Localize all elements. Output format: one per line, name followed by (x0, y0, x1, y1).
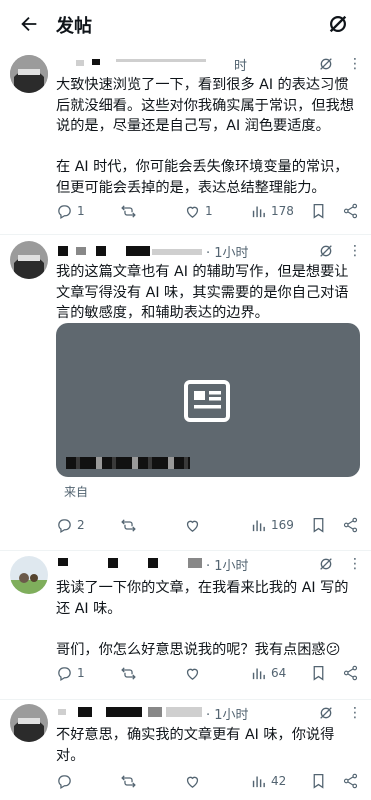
like-button[interactable]: 1 (184, 202, 213, 220)
post-time: · 1小时 (206, 246, 249, 261)
avatar[interactable] (10, 55, 48, 93)
reply-count: 1 (77, 204, 85, 218)
reply-button[interactable] (56, 772, 77, 790)
arrow-left-icon[interactable] (18, 13, 40, 35)
reply-icon (58, 666, 71, 681)
reply-button[interactable]: 2 (56, 516, 85, 534)
grok-icon[interactable] (318, 556, 334, 572)
grok-icon[interactable] (318, 243, 334, 259)
card-source: 来自 (64, 485, 89, 499)
grok-icon[interactable] (318, 705, 334, 721)
reply-count: 2 (77, 518, 85, 532)
retweet-button[interactable] (120, 516, 141, 534)
redacted-title (66, 457, 190, 469)
retweet-button[interactable] (120, 664, 141, 682)
post-time: · 1小时 (206, 559, 249, 574)
reply-count: 1 (77, 666, 85, 680)
avatar[interactable] (10, 704, 48, 742)
retweet-icon (121, 204, 136, 218)
post-header: · 1小时 ⋮ (56, 705, 362, 725)
post[interactable]: 时 ⋮ 大致快速浏览了一下，看到很多 AI 的表达习惯后就没细看。这些对你我确实… (0, 48, 371, 235)
views-icon (252, 520, 265, 531)
post[interactable]: · 1小时 ⋮ 不好意思，确实我的文章更有 AI 味，你说得对。 42 (0, 700, 371, 800)
share-icon[interactable] (342, 516, 359, 534)
views-button[interactable]: 64 (250, 664, 286, 682)
retweet-icon (121, 666, 136, 680)
heart-icon (186, 776, 199, 788)
views-icon (252, 668, 265, 679)
reply-icon (58, 518, 71, 533)
views-count: 178 (271, 204, 294, 218)
avatar[interactable] (10, 241, 48, 279)
retweet-icon (121, 774, 136, 788)
like-button[interactable] (184, 516, 205, 534)
bookmark-icon[interactable] (310, 772, 327, 790)
share-icon[interactable] (342, 202, 359, 220)
views-icon (252, 206, 265, 217)
heart-icon (186, 206, 199, 218)
grok-icon[interactable] (327, 13, 349, 35)
post[interactable]: · 1小时 ⋮ 我读了一下你的文章，在我看来比我的 AI 写的还 AI 味。 哥… (0, 551, 371, 700)
share-icon[interactable] (342, 664, 359, 682)
post-text: 不好意思，确实我的文章更有 AI 味，你说得对。 (56, 727, 335, 764)
views-count: 42 (271, 774, 287, 788)
like-count: 1 (205, 204, 213, 218)
like-button[interactable] (184, 772, 205, 790)
post-text: 我读了一下你的文章，在我看来比我的 AI 写的还 AI 味。 哥们，你怎么好意思… (56, 580, 349, 658)
more-icon[interactable]: ⋮ (348, 56, 362, 72)
retweet-icon (121, 518, 136, 532)
post-text: 大致快速浏览了一下，看到很多 AI 的表达习惯后就没细看。这些对你我确实属于常识… (56, 77, 354, 196)
views-button[interactable]: 169 (250, 516, 294, 534)
bookmark-icon[interactable] (310, 516, 327, 534)
article-icon (184, 380, 230, 422)
post-time: · 1小时 (206, 708, 249, 723)
views-button[interactable]: 178 (250, 202, 294, 220)
top-bar: 发帖 (0, 0, 371, 48)
page-title: 发帖 (56, 16, 92, 37)
retweet-button[interactable] (120, 772, 141, 790)
views-button[interactable]: 42 (250, 772, 286, 790)
action-bar: 1 64 (56, 664, 361, 684)
views-icon (252, 776, 265, 787)
views-count: 64 (271, 666, 287, 680)
bookmark-icon[interactable] (310, 202, 327, 220)
article-card[interactable] (56, 323, 360, 477)
more-icon[interactable]: ⋮ (348, 556, 362, 572)
reply-icon (58, 774, 71, 789)
share-icon[interactable] (342, 772, 359, 790)
avatar[interactable] (10, 556, 48, 594)
post-time: 时 (234, 59, 248, 74)
reply-button[interactable]: 1 (56, 202, 85, 220)
more-icon[interactable]: ⋮ (348, 243, 362, 259)
post-header: · 1小时 ⋮ (56, 556, 362, 576)
action-bar: 42 (56, 772, 361, 792)
heart-icon (186, 668, 199, 680)
reply-icon (58, 204, 71, 219)
views-count: 169 (271, 518, 294, 532)
post-text: 我的这篇文章也有 AI 的辅助写作，但是想要让文章写得没有 AI 味，其实需要的… (56, 264, 349, 321)
bookmark-icon[interactable] (310, 664, 327, 682)
post-header: · 1小时 ⋮ (56, 243, 362, 263)
post-header: 时 ⋮ (56, 56, 362, 76)
retweet-button[interactable] (120, 202, 141, 220)
heart-icon (186, 520, 199, 532)
post[interactable]: · 1小时 ⋮ 我的这篇文章也有 AI 的辅助写作，但是想要让文章写得没有 AI… (0, 235, 371, 551)
action-bar: 1 1 178 (56, 202, 361, 222)
more-icon[interactable]: ⋮ (348, 705, 362, 721)
action-bar: 2 169 (56, 516, 361, 536)
grok-icon[interactable] (318, 56, 334, 72)
reply-button[interactable]: 1 (56, 664, 85, 682)
like-button[interactable] (184, 664, 205, 682)
